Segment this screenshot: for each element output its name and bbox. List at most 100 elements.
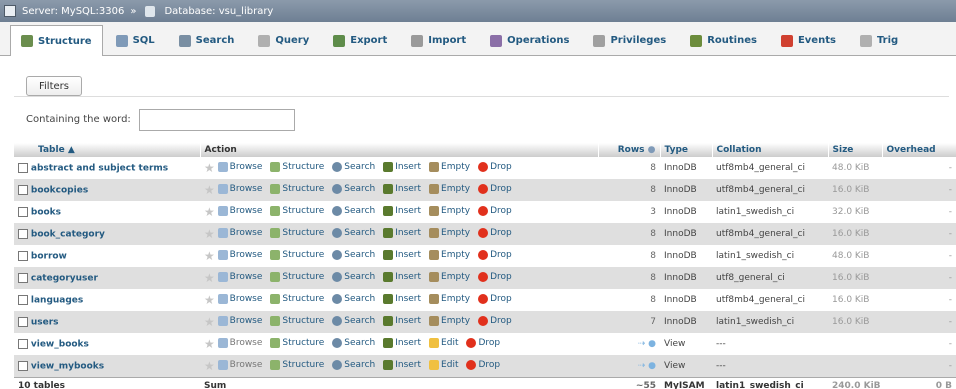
table-name-link[interactable]: languages — [31, 295, 83, 305]
drop-action[interactable]: Drop — [478, 316, 512, 326]
insert-action[interactable]: Insert — [383, 184, 421, 194]
row-checkbox[interactable] — [18, 206, 28, 217]
edit-action[interactable]: Edit — [429, 338, 458, 348]
favorite-star-icon[interactable]: ★ — [204, 205, 215, 219]
header-size[interactable]: Size — [828, 143, 883, 157]
empty-action[interactable]: Empty — [429, 206, 470, 216]
structure-action[interactable]: Structure — [270, 228, 324, 238]
drop-action[interactable]: Drop — [478, 162, 512, 172]
structure-action[interactable]: Structure — [270, 206, 324, 216]
row-checkbox[interactable] — [18, 162, 28, 173]
favorite-star-icon[interactable]: ★ — [204, 315, 215, 329]
size-cell[interactable]: 16.0 KiB — [828, 311, 882, 333]
tab-routines[interactable]: Routines — [679, 25, 768, 55]
search-action[interactable]: Search — [332, 316, 375, 326]
size-cell[interactable]: 16.0 KiB — [828, 289, 882, 311]
row-checkbox[interactable] — [18, 338, 28, 349]
table-name-link[interactable]: book_category — [31, 229, 105, 239]
tab-search[interactable]: Search — [168, 25, 246, 55]
favorite-star-icon[interactable]: ★ — [204, 271, 215, 285]
insert-action[interactable]: Insert — [383, 272, 421, 282]
structure-action[interactable]: Structure — [270, 162, 324, 172]
insert-action[interactable]: Insert — [383, 338, 421, 348]
size-cell[interactable] — [828, 333, 882, 355]
header-type[interactable]: Type — [660, 143, 713, 157]
structure-action[interactable]: Structure — [270, 184, 324, 194]
favorite-star-icon[interactable]: ★ — [204, 183, 215, 197]
drop-action[interactable]: Drop — [466, 338, 500, 348]
tab-operations[interactable]: Operations — [479, 25, 580, 55]
tab-import[interactable]: Import — [400, 25, 477, 55]
empty-action[interactable]: Empty — [429, 228, 470, 238]
empty-action[interactable]: Empty — [429, 162, 470, 172]
row-checkbox[interactable] — [18, 250, 28, 261]
help-icon[interactable]: ● — [648, 145, 656, 155]
search-action[interactable]: Search — [332, 338, 375, 348]
drop-action[interactable]: Drop — [478, 228, 512, 238]
table-name-link[interactable]: view_books — [31, 339, 89, 349]
structure-action[interactable]: Structure — [270, 250, 324, 260]
insert-action[interactable]: Insert — [383, 206, 421, 216]
header-collation[interactable]: Collation — [712, 143, 829, 157]
search-action[interactable]: Search — [332, 228, 375, 238]
table-name-link[interactable]: borrow — [31, 251, 67, 261]
tab-structure[interactable]: Structure — [10, 25, 103, 56]
edit-action[interactable]: Edit — [429, 359, 458, 370]
row-checkbox[interactable] — [18, 184, 28, 195]
size-cell[interactable]: 16.0 KiB — [828, 267, 882, 289]
drop-action[interactable]: Drop — [478, 250, 512, 260]
size-cell[interactable]: 16.0 KiB — [828, 179, 882, 201]
row-checkbox[interactable] — [18, 360, 28, 371]
row-checkbox[interactable] — [18, 294, 28, 305]
table-name-link[interactable]: books — [31, 207, 61, 217]
tab-query[interactable]: Query — [247, 25, 320, 55]
drop-action[interactable]: Drop — [478, 184, 512, 194]
size-cell[interactable]: 16.0 KiB — [828, 223, 882, 245]
insert-action[interactable]: Insert — [383, 228, 421, 238]
table-name-link[interactable]: users — [31, 317, 59, 327]
search-action[interactable]: Search — [332, 162, 375, 172]
search-action[interactable]: Search — [332, 359, 375, 370]
empty-action[interactable]: Empty — [429, 294, 470, 304]
breadcrumb-server[interactable]: Server: MySQL:3306 — [22, 6, 124, 17]
browse-action[interactable]: Browse — [217, 206, 262, 216]
browse-action[interactable]: Browse — [217, 250, 262, 260]
insert-action[interactable]: Insert — [383, 294, 421, 304]
drop-action[interactable]: Drop — [478, 272, 512, 282]
tab-privileges[interactable]: Privileges — [582, 25, 677, 55]
structure-action[interactable]: Structure — [270, 359, 324, 370]
search-action[interactable]: Search — [332, 250, 375, 260]
insert-action[interactable]: Insert — [383, 316, 421, 326]
favorite-star-icon[interactable]: ★ — [204, 293, 215, 307]
browse-action[interactable]: Browse — [217, 359, 262, 370]
favorite-star-icon[interactable]: ★ — [204, 161, 215, 175]
header-table[interactable]: Table ▲ — [14, 143, 201, 157]
size-cell[interactable]: 32.0 KiB — [828, 201, 882, 223]
breadcrumb-database[interactable]: Database: vsu_library — [164, 6, 273, 17]
drop-action[interactable]: Drop — [478, 294, 512, 304]
browse-action[interactable]: Browse — [217, 338, 262, 348]
search-action[interactable]: Search — [332, 206, 375, 216]
insert-action[interactable]: Insert — [383, 162, 421, 172]
table-name-link[interactable]: view_mybooks — [31, 361, 104, 371]
drop-action[interactable]: Drop — [478, 206, 512, 216]
insert-action[interactable]: Insert — [383, 359, 421, 370]
empty-action[interactable]: Empty — [429, 184, 470, 194]
tab-events[interactable]: Events — [770, 25, 847, 55]
structure-action[interactable]: Structure — [270, 316, 324, 326]
tab-sql[interactable]: SQL — [105, 25, 166, 55]
favorite-star-icon[interactable]: ★ — [204, 337, 215, 351]
header-overhead[interactable]: Overhead — [882, 143, 956, 157]
browse-action[interactable]: Browse — [217, 184, 262, 194]
row-checkbox[interactable] — [18, 272, 28, 283]
browse-action[interactable]: Browse — [217, 272, 262, 282]
favorite-star-icon[interactable]: ★ — [204, 359, 215, 373]
structure-action[interactable]: Structure — [270, 338, 324, 348]
favorite-star-icon[interactable]: ★ — [204, 249, 215, 263]
size-cell[interactable] — [828, 355, 882, 377]
search-action[interactable]: Search — [332, 294, 375, 304]
table-name-link[interactable]: bookcopies — [31, 185, 88, 195]
empty-action[interactable]: Empty — [429, 272, 470, 282]
favorite-star-icon[interactable]: ★ — [204, 227, 215, 241]
row-checkbox[interactable] — [18, 316, 28, 327]
